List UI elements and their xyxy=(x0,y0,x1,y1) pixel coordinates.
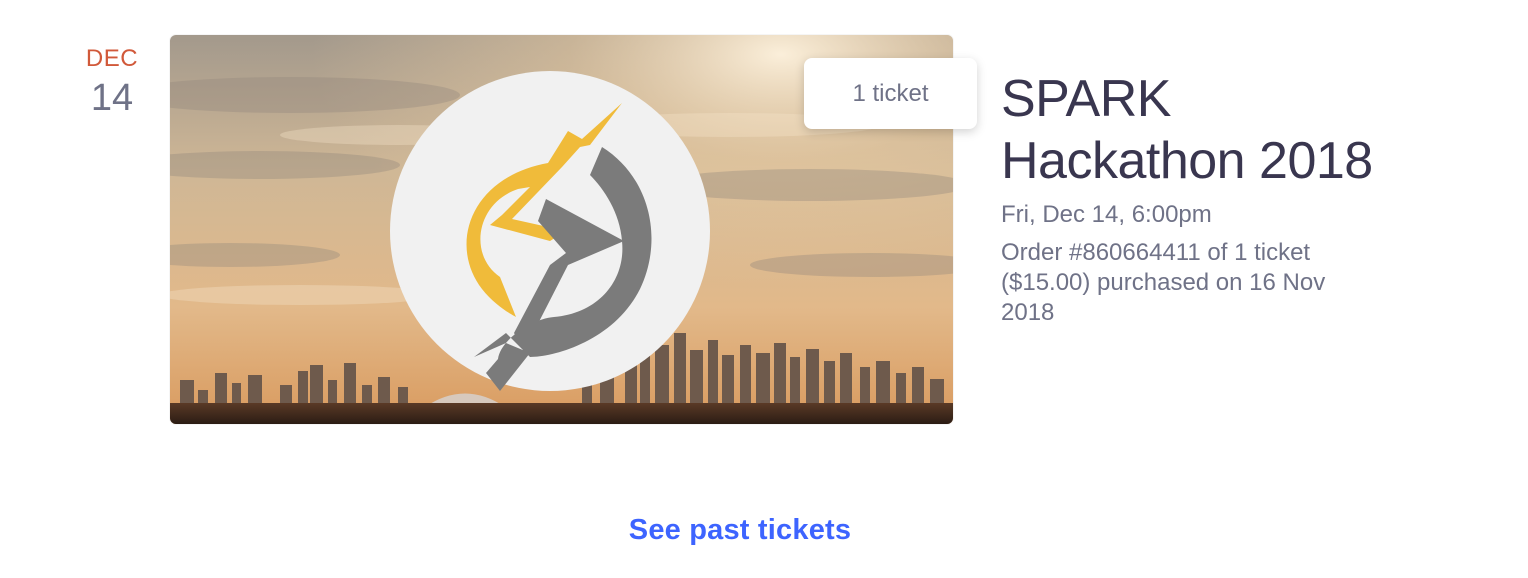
event-order-summary: Order #860664411 of 1 ticket ($15.00) pu… xyxy=(1001,239,1326,326)
see-past-tickets-link[interactable]: See past tickets xyxy=(629,514,851,546)
event-datetime: Fri, Dec 14, 6:00pm xyxy=(1001,201,1212,228)
event-date: DEC 14 xyxy=(72,44,152,120)
past-tickets-section: See past tickets xyxy=(0,514,1480,547)
ticket-count-badge[interactable]: 1 ticket xyxy=(804,58,977,129)
event-title[interactable]: SPARK Hackathon 2018 xyxy=(1001,68,1381,192)
event-info: SPARK Hackathon 2018 Fri, Dec 14, 6:00pm… xyxy=(1001,68,1381,328)
tickets-page: DEC 14 1 ticket SPARK Hackathon 2018 Fri… xyxy=(0,0,1528,578)
event-date-day: 14 xyxy=(90,77,134,119)
event-date-month: DEC xyxy=(85,45,139,72)
